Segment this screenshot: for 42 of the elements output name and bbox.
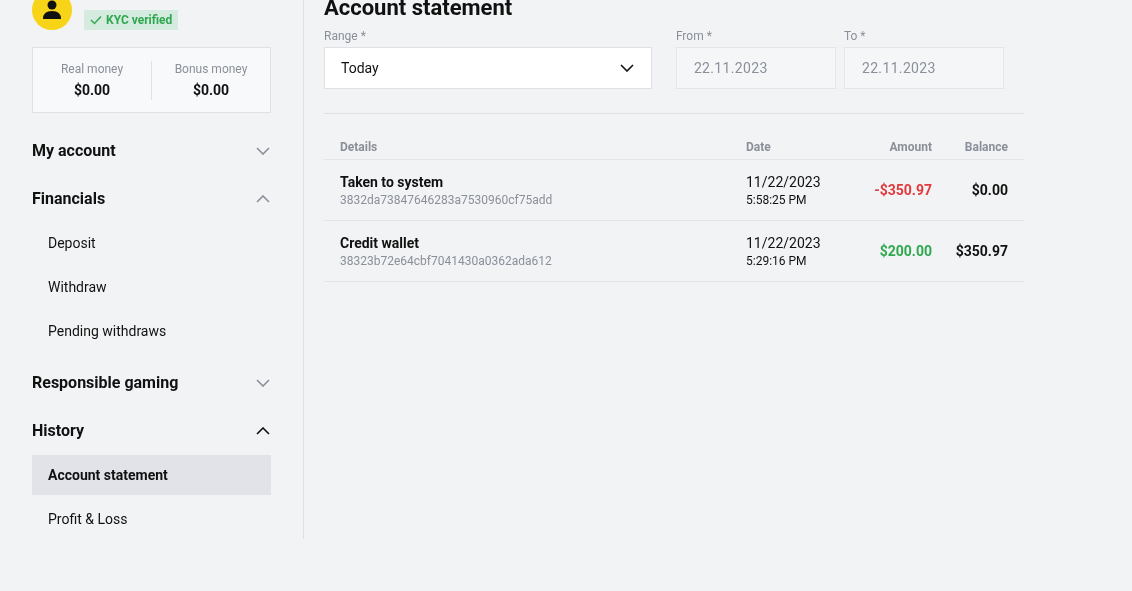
menu-section-header[interactable]: History xyxy=(32,407,271,455)
balance-value: $0.00 xyxy=(73,80,111,100)
balance-label: Bonus money xyxy=(174,60,248,77)
page-title: Account statement xyxy=(324,0,514,22)
avatar-icon xyxy=(32,0,72,30)
range-select[interactable]: Today xyxy=(324,47,652,89)
balance-value: $0.00 xyxy=(192,80,230,100)
column-header: Balance xyxy=(963,138,1008,155)
transaction-balance: $0.00 xyxy=(970,181,1008,200)
transaction-time: 5:29:16 PM xyxy=(746,253,808,269)
transaction-title: Credit wallet xyxy=(340,234,420,253)
column-header: Date xyxy=(746,138,772,155)
transaction-title: Taken to system xyxy=(340,173,445,192)
menu-item[interactable]: Withdraw xyxy=(32,267,271,307)
chevron-up-icon xyxy=(256,427,270,435)
field-label: Range * xyxy=(324,28,367,42)
kyc-badge: KYC verified xyxy=(84,10,179,30)
transaction-amount: $200.00 xyxy=(878,242,932,261)
transaction-amount: -$350.97 xyxy=(873,181,932,200)
menu-section-header[interactable]: Responsible gaming xyxy=(32,359,271,407)
chevron-down-icon xyxy=(256,379,270,387)
menu-item[interactable]: Deposit xyxy=(32,223,271,263)
transaction-date: 11/22/2023 xyxy=(746,234,822,253)
menu-section-header[interactable]: My account xyxy=(32,127,271,175)
transaction-time: 5:58:25 PM xyxy=(746,192,808,208)
menu-item[interactable]: Profit & Loss xyxy=(32,499,271,539)
field-label: To * xyxy=(843,28,867,42)
menu-section-header[interactable]: Financials xyxy=(32,175,271,223)
field-label: From * xyxy=(675,28,713,42)
check-icon xyxy=(90,15,102,25)
transaction-date: 11/22/2023 xyxy=(746,173,822,192)
transaction-balance: $350.97 xyxy=(954,242,1008,261)
transaction-id: 3832da73847646283a7530960cf75add xyxy=(340,192,554,208)
column-header: Details xyxy=(340,138,379,155)
chevron-down-icon xyxy=(619,64,634,72)
menu-item[interactable]: Account statement xyxy=(32,455,271,495)
column-header: Amount xyxy=(888,138,932,155)
chevron-up-icon xyxy=(256,195,270,203)
transaction-id: 38323b72e64cbf7041430a0362ada612 xyxy=(340,253,553,269)
chevron-down-icon xyxy=(256,147,270,155)
balance-label: Real money xyxy=(60,60,124,77)
menu-item[interactable]: Pending withdraws xyxy=(32,311,271,351)
